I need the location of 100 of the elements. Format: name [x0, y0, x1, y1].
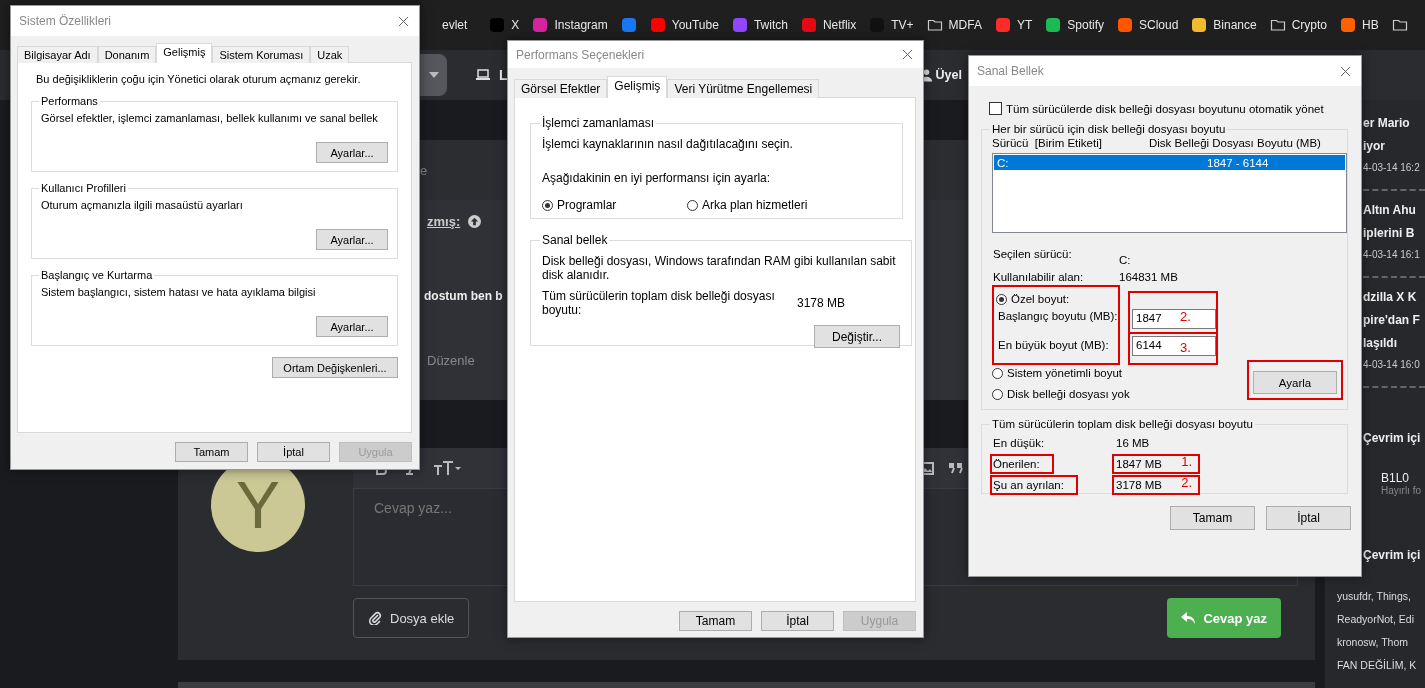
- dialog-button[interactable]: Tamam: [1170, 506, 1255, 530]
- member-list-line: ReadyorNot, Edi: [1337, 612, 1416, 627]
- checkbox-label[interactable]: Tüm sürücülerde disk belleği dosyası boyutunu otomatik yönet: [1006, 102, 1324, 115]
- column-header: Sürücü [Birim Etiketi]: [992, 137, 1103, 149]
- info-value: C:: [1119, 254, 1131, 266]
- annotation-number: 2.: [1180, 309, 1191, 324]
- member-status: Hayırlı fo: [1381, 485, 1422, 496]
- bookmark-link[interactable]: TV+: [891, 18, 914, 32]
- window-title: Sanal Bellek: [977, 64, 1044, 78]
- set-button[interactable]: Ayarla: [1253, 371, 1337, 394]
- group-description: Görsel efektler, işlemci zamanlaması, bellek kullanımı ve sanal bellek: [41, 112, 379, 124]
- member-list-line: yusufdr, Things,: [1337, 589, 1412, 604]
- group-title: Kullanıcı Profilleri: [40, 182, 127, 194]
- prompt-text: Aşağıdakinin en iyi performansı için ayarla:: [542, 171, 772, 185]
- tab[interactable]: Sistem Koruması: [212, 46, 311, 63]
- section-title: Çevrim içi: [1363, 431, 1422, 445]
- field-label: Başlangıç boyutu (MB):: [998, 310, 1118, 322]
- environment-variables-button[interactable]: Ortam Değişkenleri...: [272, 357, 398, 378]
- tab[interactable]: Veri Yürütme Engellemesi: [667, 79, 820, 98]
- annotation-number: 3.: [1180, 340, 1191, 355]
- radio-label[interactable]: Sistem yönetimli boyut: [1007, 367, 1123, 379]
- section-title: Çevrim içi: [1363, 548, 1422, 562]
- news-title[interactable]: iplerini B: [1363, 222, 1425, 245]
- group-description: İşlemci kaynaklarının nasıl dağıtılacağını seçin.: [542, 137, 794, 151]
- window-title: Sistem Özellikleri: [19, 14, 111, 28]
- dialog-button[interactable]: İptal: [257, 442, 330, 462]
- settings-button[interactable]: Ayarlar...: [316, 142, 388, 163]
- member-name[interactable]: B1L0: [1381, 471, 1425, 485]
- dialog-button[interactable]: İptal: [761, 611, 834, 631]
- column-header: Disk Belleği Dosyası Boyutu (MB): [1149, 137, 1321, 149]
- drive-row[interactable]: C: 1847 - 6144: [994, 155, 1345, 170]
- field-label: En büyük boyut (MB):: [998, 339, 1110, 351]
- tab[interactable]: Görsel Efektler: [514, 79, 608, 98]
- tab[interactable]: Bilgisayar Adı: [17, 46, 98, 63]
- attach-button[interactable]: Dosya ekle: [353, 598, 470, 638]
- settings-button[interactable]: Ayarlar...: [316, 229, 388, 250]
- news-title[interactable]: pire'dan F: [1363, 309, 1425, 332]
- group-title: Her bir sürücü için disk belleği dosyası boyutu: [991, 123, 1227, 135]
- bookmark-link[interactable]: evlet: [442, 18, 468, 32]
- news-title[interactable]: dzilla X K: [1363, 286, 1425, 309]
- total-value: 16 MB: [1116, 436, 1150, 449]
- bookmark-link[interactable]: Netflix: [822, 18, 857, 32]
- bookmark-link[interactable]: YouTube: [671, 18, 719, 32]
- news-time: 4-03-14 16:1: [1363, 249, 1421, 260]
- radio-label[interactable]: Disk belleği dosyası yok: [1007, 388, 1130, 400]
- tab[interactable]: Uzak: [310, 46, 350, 63]
- news-time: 4-03-14 16:0: [1363, 359, 1421, 370]
- change-button[interactable]: Değiştir...: [814, 325, 900, 348]
- nav-link[interactable]: L: [499, 67, 508, 83]
- group-title: Sanal bellek: [541, 233, 609, 247]
- annotation-number: 1.: [1181, 453, 1192, 469]
- total-label: Önerilen:: [990, 453, 1054, 474]
- total-value: 1847 MB: [1116, 457, 1163, 470]
- bookmark-link[interactable]: Twitch: [753, 18, 788, 32]
- header-text: e: [420, 162, 428, 178]
- tab[interactable]: Gelişmiş: [607, 76, 668, 98]
- bookmark-link[interactable]: Spotify: [1067, 18, 1104, 32]
- settings-button[interactable]: Ayarlar...: [316, 316, 388, 337]
- bookmark-link[interactable]: Binance: [1213, 18, 1257, 32]
- group-title: Tüm sürücülerin toplam disk belleği dosyası boyutu: [991, 418, 1254, 430]
- news-time: 4-03-14 16:2: [1363, 162, 1421, 173]
- member-list-line: kronosw, Thom: [1337, 635, 1409, 650]
- edit-link[interactable]: Düzenle: [427, 353, 503, 368]
- bookmark-link[interactable]: SCloud: [1138, 18, 1179, 32]
- news-title[interactable]: iyor: [1363, 135, 1425, 158]
- radio-label[interactable]: Özel boyut:: [1011, 293, 1070, 305]
- radio-label[interactable]: Arka plan hizmetleri: [702, 198, 808, 212]
- group-description: Sistem başlangıcı, sistem hatası ve hata ayıklama bilgisi: [41, 286, 317, 298]
- dialog-button[interactable]: Tamam: [175, 442, 248, 462]
- group-title: Performans: [40, 95, 99, 107]
- total-value: 3178 MB: [797, 296, 846, 310]
- quote-author[interactable]: zmış:: [427, 214, 461, 229]
- tab[interactable]: Donanım: [97, 46, 157, 63]
- bookmark-link[interactable]: Crypto: [1291, 18, 1328, 32]
- dialog-button[interactable]: Tamam: [679, 611, 752, 631]
- total-label: En düşük:: [992, 435, 1046, 451]
- bookmark-link[interactable]: MDFA: [948, 18, 982, 32]
- news-title[interactable]: Altın Ahu: [1363, 199, 1425, 222]
- total-label: Şu an ayrılan:: [990, 474, 1078, 495]
- info-label: Kullanılabilir alan:: [992, 271, 1085, 283]
- info-label: Seçilen sürücü:: [992, 248, 1073, 262]
- news-title[interactable]: laşıldı: [1363, 332, 1425, 355]
- bookmark-link[interactable]: YT: [1016, 18, 1033, 32]
- total-value: 3178 MB: [1116, 478, 1163, 491]
- bookmark-link[interactable]: X: [511, 18, 520, 32]
- nav-link[interactable]: Üyel: [935, 68, 962, 82]
- info-value: 164831 MB: [1119, 271, 1178, 283]
- dialog-button[interactable]: İptal: [1266, 506, 1351, 530]
- annotation-number: 2.: [1181, 474, 1192, 490]
- tab[interactable]: Gelişmiş: [156, 43, 213, 63]
- member-list-line: FAN DEĞİLİM, K: [1337, 658, 1418, 673]
- bookmark-link[interactable]: HB: [1362, 18, 1379, 32]
- group-description: Oturum açmanızla ilgili masaüstü ayarları: [41, 199, 244, 211]
- radio-label[interactable]: Programlar: [557, 198, 617, 212]
- total-label: Tüm sürücülerin toplam disk belleği dosyası boyutu:: [542, 289, 776, 317]
- window-title: Performans Seçenekleri: [516, 47, 645, 62]
- post-text: dostum ben b: [424, 289, 503, 303]
- news-title[interactable]: er Mario: [1363, 112, 1425, 135]
- bookmark-link[interactable]: Instagram: [554, 18, 608, 32]
- group-title: Başlangıç ve Kurtarma: [40, 269, 154, 281]
